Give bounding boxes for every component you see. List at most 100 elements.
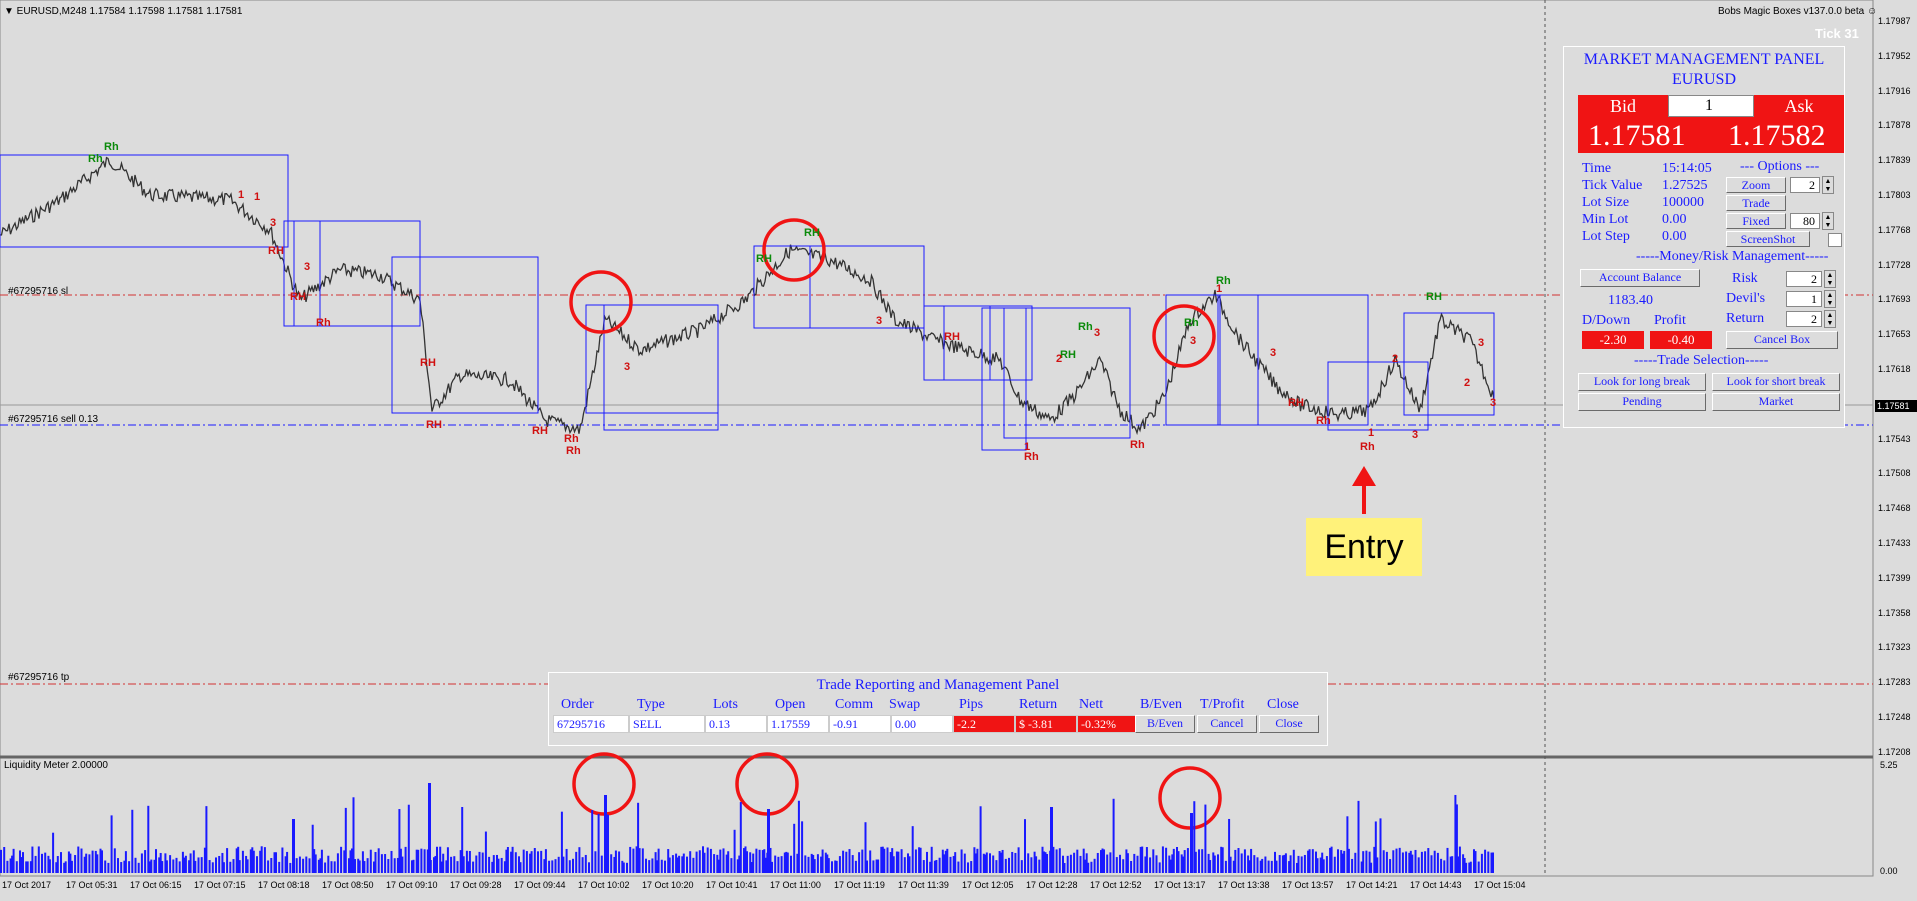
liquidity-bar <box>308 858 311 873</box>
screenshot-checkbox[interactable] <box>1828 233 1842 247</box>
liquidity-bar <box>533 848 536 873</box>
swing-marker-21: RH <box>1288 397 1304 409</box>
account-balance-button[interactable]: Account Balance <box>1580 269 1700 287</box>
price-tick-16: 1.17399 <box>1878 572 1911 583</box>
liquidity-bar <box>417 849 420 873</box>
liquidity-bar <box>861 849 864 873</box>
liquidity-bar <box>632 848 635 873</box>
liquidity-bar <box>107 862 110 873</box>
time-tick-7: 17 Oct 09:28 <box>450 880 502 890</box>
liquidity-bar <box>1087 862 1090 873</box>
bid-price[interactable]: 1.17581 <box>1588 119 1686 153</box>
zoom-input[interactable]: 2 <box>1790 177 1820 193</box>
liquidity-bar <box>387 859 390 873</box>
cancel-tp-button[interactable]: Cancel <box>1197 715 1257 733</box>
risk-spinner[interactable]: ▲ ▼ <box>1824 270 1836 288</box>
liquidity-bar <box>733 829 736 873</box>
liquidity-bar <box>205 806 208 873</box>
trade-button[interactable]: Trade <box>1726 195 1786 211</box>
time-tick-13: 17 Oct 11:19 <box>834 880 885 890</box>
fixed-input[interactable]: 80 <box>1790 213 1820 229</box>
swing-marker-7: RH <box>532 425 548 437</box>
risk-input[interactable]: 2 <box>1786 271 1822 287</box>
liquidity-bar <box>919 847 922 873</box>
liquidity-bar <box>1325 856 1328 873</box>
time-tick-9: 17 Oct 10:02 <box>578 880 630 890</box>
time-tick-2: 17 Oct 06:15 <box>130 880 182 890</box>
money-risk-header: -----Money/Risk Management----- <box>1636 249 1829 264</box>
lot-input[interactable]: 1 <box>1668 95 1754 117</box>
liquidity-bar <box>320 849 323 873</box>
devils-input[interactable]: 1 <box>1786 291 1822 307</box>
fixed-button[interactable]: Fixed <box>1726 213 1786 229</box>
liquidity-bar <box>519 862 522 873</box>
liquidity-bar <box>0 849 2 873</box>
devils-spinner[interactable]: ▲ ▼ <box>1824 290 1836 308</box>
short-break-button[interactable]: Look for short break <box>1712 373 1840 391</box>
price-tick-1: 1.17952 <box>1878 50 1911 61</box>
liquidity-bar <box>957 861 960 873</box>
cancel-box-button[interactable]: Cancel Box <box>1726 331 1838 349</box>
liquidity-bar <box>1420 851 1423 873</box>
market-button[interactable]: Market <box>1712 393 1840 411</box>
liquidity-bar <box>911 826 914 873</box>
liquidity-bar <box>393 858 396 873</box>
liquidity-bar <box>967 862 969 873</box>
liquidity-bar <box>600 855 603 873</box>
liquidity-bar <box>232 859 235 873</box>
liquidity-bar <box>626 862 628 873</box>
wave-number-17: 3 <box>624 361 630 373</box>
liquidity-bar <box>845 851 848 873</box>
liquidity-bar <box>935 859 938 873</box>
liquidity-bar <box>1130 860 1133 873</box>
return-spinner[interactable]: ▲ ▼ <box>1824 310 1836 328</box>
liquidity-spike-4 <box>292 819 295 873</box>
liquidity-bar <box>597 813 600 873</box>
min-lot-label: Min Lot <box>1582 212 1629 227</box>
liquidity-bar <box>165 860 168 873</box>
liquidity-bar <box>238 860 241 873</box>
liquidity-bar <box>858 852 861 873</box>
liquidity-bar <box>821 849 824 873</box>
zoom-spinner[interactable]: ▲ ▼ <box>1822 176 1834 194</box>
liquidity-bar <box>831 861 833 873</box>
liquidity-bar <box>404 846 407 873</box>
liquidity-bar <box>1392 850 1395 873</box>
tick-counter: Tick 31 <box>1815 26 1859 41</box>
lot-size-label: Lot Size <box>1582 195 1630 210</box>
wave-number-5: 3 <box>1094 327 1100 339</box>
swing-marker-6: RH <box>426 419 442 431</box>
liquidity-bar <box>568 860 571 873</box>
return-input[interactable]: 2 <box>1786 311 1822 327</box>
ddown-label: D/Down <box>1582 313 1631 328</box>
liquidity-bar <box>117 858 119 873</box>
swing-marker-9: Rh <box>566 445 581 457</box>
liquidity-bar <box>407 804 410 873</box>
fixed-spinner[interactable]: ▲ ▼ <box>1822 212 1834 230</box>
liquidity-bar <box>1004 858 1007 873</box>
liquidity-bar <box>1376 857 1379 873</box>
wave-number-14: 1 <box>1368 427 1374 439</box>
panel-symbol: EURUSD <box>1671 71 1736 88</box>
swing-marker-10: RH <box>944 331 960 343</box>
liquidity-bar <box>200 857 203 873</box>
breakeven-button[interactable]: B/Even <box>1135 715 1195 733</box>
liquidity-bar <box>648 860 651 873</box>
pending-button[interactable]: Pending <box>1578 393 1706 411</box>
liquidity-bar <box>1292 849 1295 873</box>
liquidity-bar <box>462 856 465 873</box>
liquidity-bar <box>562 856 565 873</box>
screenshot-button[interactable]: ScreenShot <box>1726 231 1810 247</box>
liquidity-bar <box>771 861 773 873</box>
liquidity-bar <box>1427 848 1430 873</box>
long-break-button[interactable]: Look for long break <box>1578 373 1706 391</box>
close-trade-button[interactable]: Close <box>1259 715 1319 733</box>
ask-price[interactable]: 1.17582 <box>1728 119 1826 153</box>
liquidity-bar <box>194 860 197 873</box>
liquidity-bar <box>1401 852 1404 873</box>
liquidity-bar <box>366 858 369 873</box>
liquidity-bar <box>1322 859 1325 873</box>
zoom-button[interactable]: Zoom <box>1726 177 1786 193</box>
liquidity-bar <box>1333 856 1336 873</box>
swing-marker-3: Rh <box>316 317 331 329</box>
